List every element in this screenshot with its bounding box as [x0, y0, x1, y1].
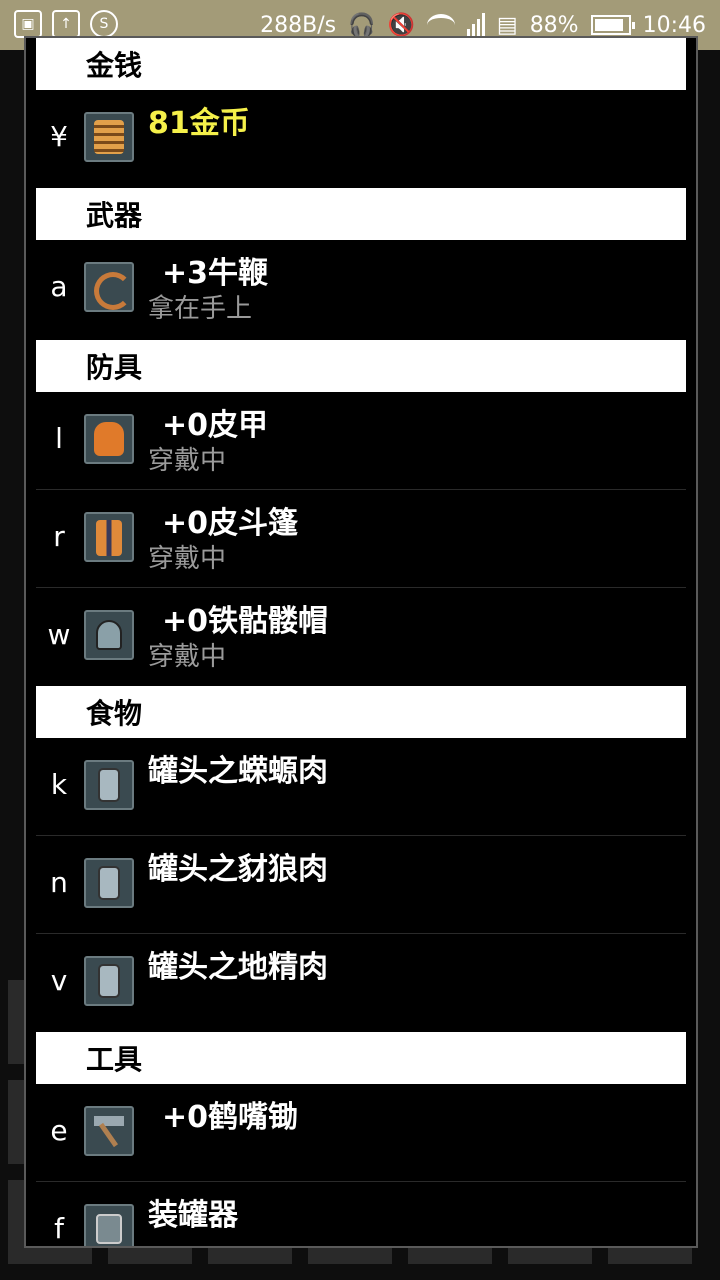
whip-icon [84, 262, 134, 312]
item-name: 装罐器 [148, 1198, 238, 1233]
iron-skull-cap-icon [84, 610, 134, 660]
inventory-item-armor[interactable]: r +0皮斗篷 穿戴中 [36, 490, 686, 588]
inventory-item-armor[interactable]: l +0皮甲 穿戴中 [36, 392, 686, 490]
inventory-item-food[interactable]: n 罐头之豺狼肉 [36, 836, 686, 934]
tin-can-icon [84, 956, 134, 1006]
wifi-icon [426, 14, 455, 36]
signal-icon [466, 13, 485, 37]
item-status: 穿戴中 [148, 446, 227, 476]
item-key: v [50, 964, 68, 997]
item-key: f [54, 1212, 64, 1245]
section-title: 武器 [86, 199, 143, 232]
tinning-kit-icon [84, 1204, 134, 1246]
section-header-weapons: 武器 [36, 188, 686, 240]
item-key: w [47, 618, 71, 651]
item-key: r [53, 520, 65, 553]
item-name: +3牛鞭 [162, 256, 269, 291]
section-header-tools: 工具 [36, 1032, 686, 1084]
sim-icon: ▤ [496, 12, 518, 38]
inventory-item-food[interactable]: v 罐头之地精肉 [36, 934, 686, 1032]
item-name: +0皮甲 [162, 408, 269, 443]
item-name: +0铁骷髅帽 [162, 604, 329, 639]
section-title: 金钱 [86, 49, 143, 82]
section-header-money: 金钱 [36, 38, 686, 90]
mute-icon: 🔇 [387, 12, 415, 38]
inventory-panel: 金钱 ¥ 81金币 武器 a +3牛鞭 拿在手上 防具 l +0皮甲 穿戴中 r… [24, 36, 698, 1248]
item-status: 穿戴中 [148, 642, 227, 672]
item-status: 穿戴中 [148, 544, 227, 574]
tin-can-icon [84, 858, 134, 908]
image-notification-icon: ▣ [14, 10, 42, 38]
section-header-armor: 防具 [36, 340, 686, 392]
item-key: k [50, 768, 68, 801]
battery-icon [590, 15, 635, 35]
sync-notification-icon: S [90, 10, 118, 38]
item-status: 拿在手上 [148, 294, 253, 324]
item-key: a [50, 270, 68, 303]
clock: 10:46 [642, 12, 706, 38]
item-name: +0鹤嘴锄 [162, 1100, 299, 1135]
item-key: l [55, 422, 63, 455]
item-key: e [50, 1114, 68, 1147]
inventory-item-food[interactable]: k 罐头之蝾螈肉 [36, 738, 686, 836]
inventory-item-tool[interactable]: f 装罐器 [36, 1182, 686, 1246]
tin-can-icon [84, 760, 134, 810]
headphones-icon: 🎧 [348, 12, 376, 38]
inventory-item-armor[interactable]: w +0铁骷髅帽 穿戴中 [36, 588, 686, 686]
network-speed: 288B/s [260, 12, 337, 38]
section-title: 食物 [86, 697, 143, 730]
coins-icon [84, 112, 134, 162]
leather-armor-icon [84, 414, 134, 464]
pick-axe-icon [84, 1106, 134, 1156]
item-name: +0皮斗篷 [162, 506, 299, 541]
section-header-food: 食物 [36, 686, 686, 738]
section-title: 防具 [86, 351, 143, 384]
item-name: 罐头之地精肉 [148, 950, 328, 985]
inventory-item-weapon[interactable]: a +3牛鞭 拿在手上 [36, 240, 686, 338]
inventory-item-gold[interactable]: ¥ 81金币 [36, 90, 686, 188]
item-key: ¥ [50, 120, 68, 153]
item-name: 罐头之豺狼肉 [148, 852, 328, 887]
inventory-item-tool[interactable]: e +0鹤嘴锄 [36, 1084, 686, 1182]
leather-cloak-icon [84, 512, 134, 562]
upload-notification-icon: ↑ [52, 10, 80, 38]
item-name: 81金币 [148, 106, 250, 141]
item-name: 罐头之蝾螈肉 [148, 754, 328, 789]
section-title: 工具 [86, 1043, 143, 1076]
item-key: n [50, 866, 68, 899]
battery-percent: 88% [529, 12, 579, 38]
